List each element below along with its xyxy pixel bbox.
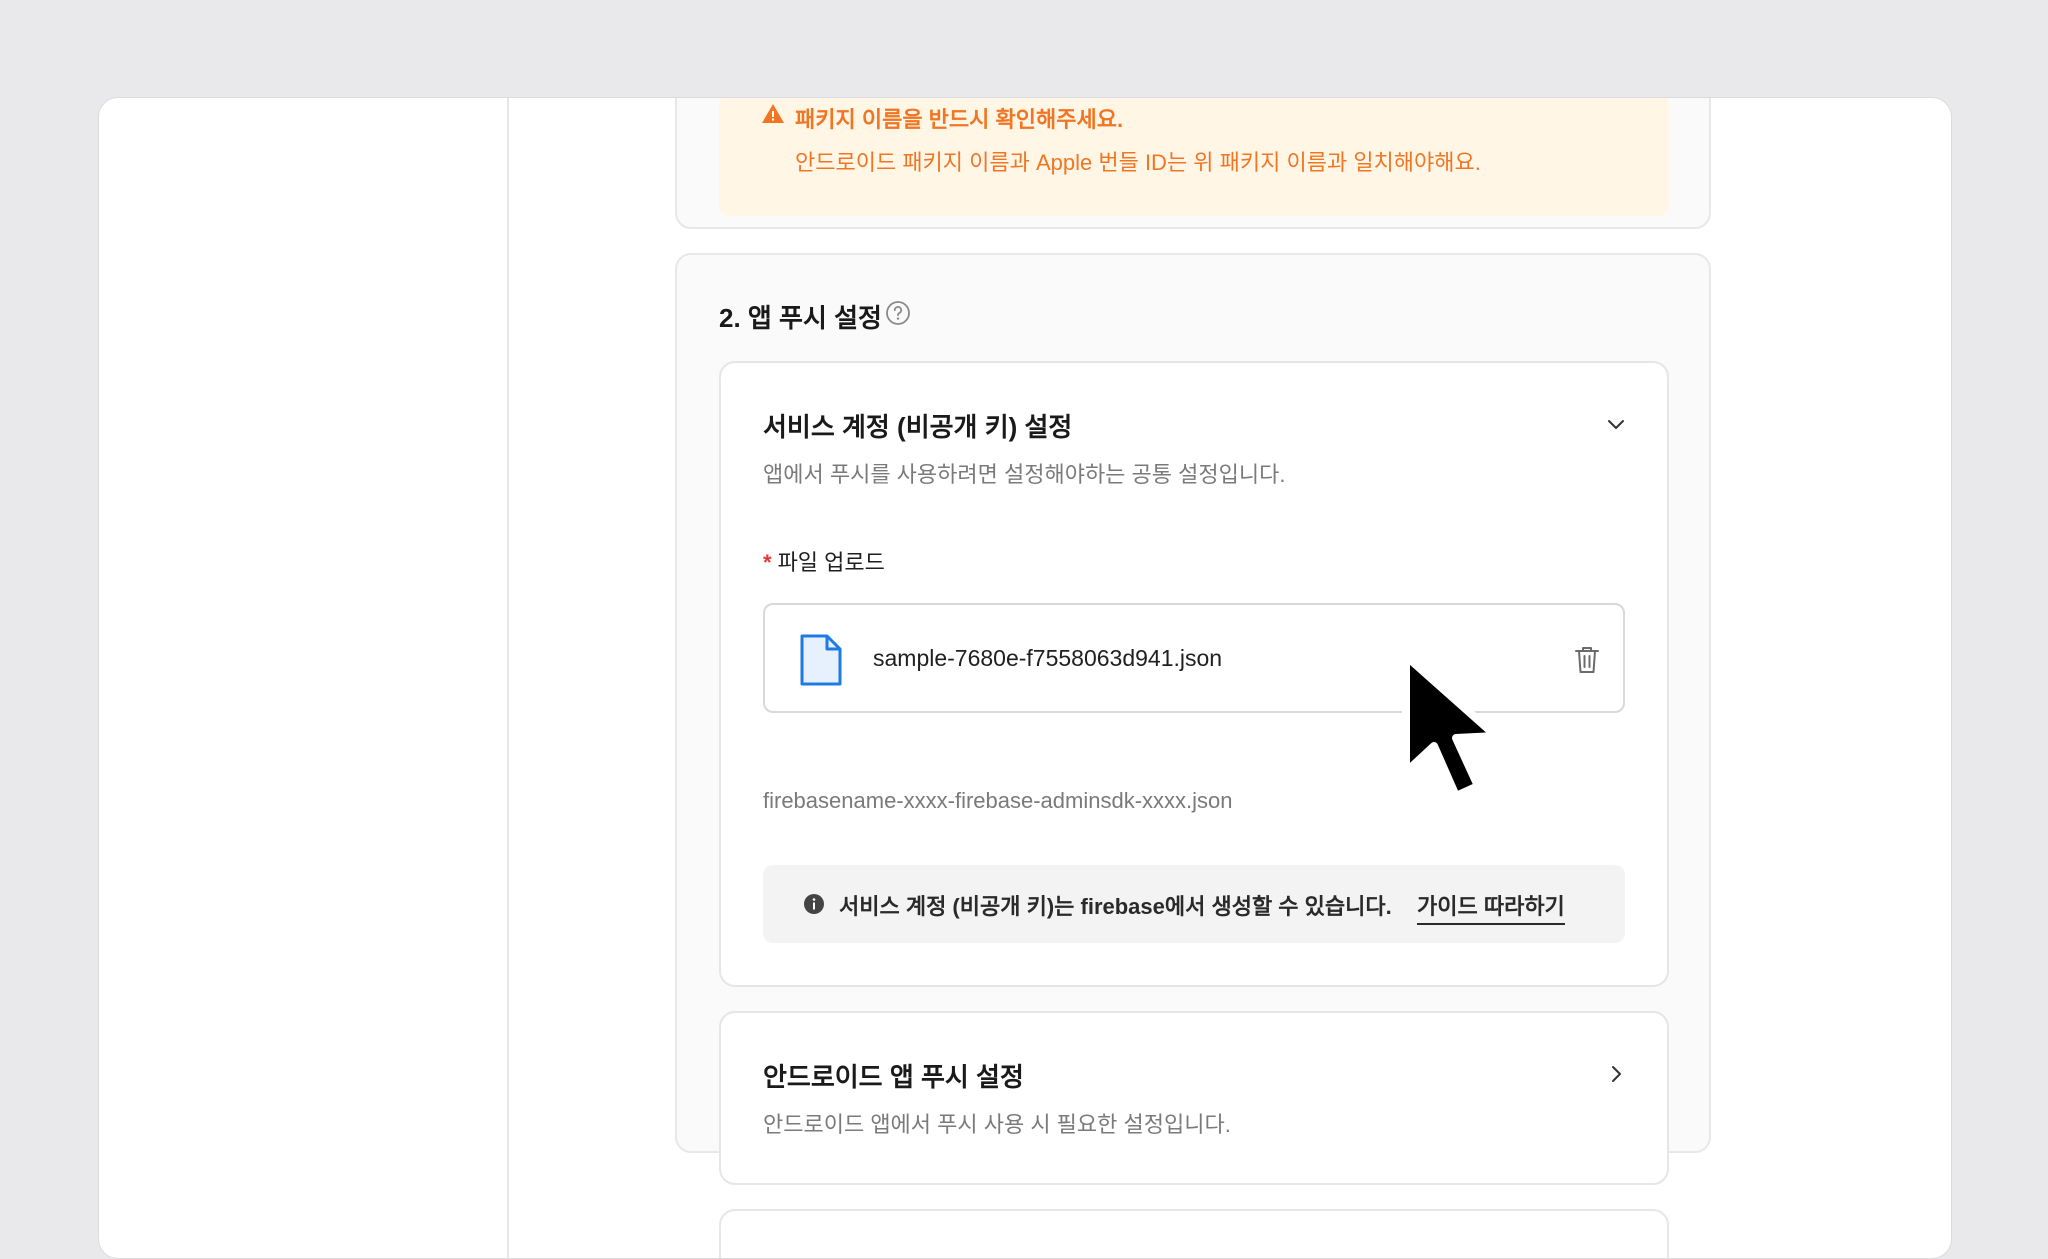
file-icon (800, 634, 842, 686)
service-account-accordion: 서비스 계정 (비공개 키) 설정 앱에서 푸시를 사용하려면 설정해야하는 공… (719, 361, 1669, 987)
warning-box: 패키지 이름을 반드시 확인해주세요. 안드로이드 패키지 이름과 Apple … (719, 98, 1669, 216)
android-push-subtitle: 안드로이드 앱에서 푸시 사용 시 필요한 설정입니다. (763, 1112, 1231, 1137)
app-window: 패키지 이름을 반드시 확인해주세요. 안드로이드 패키지 이름과 Apple … (98, 97, 1952, 1259)
info-bar: 서비스 계정 (비공개 키)는 firebase에서 생성할 수 있습니다. 가… (763, 865, 1625, 943)
next-accordion[interactable] (719, 1209, 1669, 1258)
info-icon (804, 894, 824, 914)
mouse-cursor-icon (1402, 652, 1500, 800)
upload-label-text: 파일 업로드 (777, 550, 885, 575)
guide-link[interactable]: 가이드 따라하기 (1417, 889, 1565, 925)
upload-label: * 파일 업로드 (763, 545, 885, 577)
chevron-right-icon[interactable] (1605, 1063, 1627, 1085)
info-text: 서비스 계정 (비공개 키)는 firebase에서 생성할 수 있습니다. (839, 894, 1392, 919)
file-name: sample-7680e-f7558063d941.json (873, 645, 1223, 671)
android-push-accordion[interactable]: 안드로이드 앱 푸시 설정 안드로이드 앱에서 푸시 사용 시 필요한 설정입니… (719, 1011, 1669, 1185)
service-account-subtitle: 앱에서 푸시를 사용하려면 설정해야하는 공통 설정입니다. (763, 462, 1286, 487)
service-account-title[interactable]: 서비스 계정 (비공개 키) 설정 (763, 407, 1072, 444)
help-circle-icon[interactable] (885, 300, 911, 326)
android-push-title[interactable]: 안드로이드 앱 푸시 설정 (763, 1057, 1024, 1094)
trash-icon[interactable] (1573, 645, 1601, 675)
required-mark: * (763, 550, 772, 575)
content-column: 패키지 이름을 반드시 확인해주세요. 안드로이드 패키지 이름과 Apple … (507, 98, 1711, 1258)
file-name-hint: firebasename-xxxx-firebase-adminsdk-xxxx… (763, 788, 1233, 813)
warning-title: 패키지 이름을 반드시 확인해주세요. (795, 107, 1124, 132)
chevron-down-icon[interactable] (1605, 413, 1627, 435)
warning-icon (762, 104, 784, 123)
warning-text: 안드로이드 패키지 이름과 Apple 번들 ID는 위 패키지 이름과 일치해… (795, 150, 1481, 175)
push-settings-card: 2. 앱 푸시 설정 서비스 계정 (비공개 키) 설정 앱에서 푸시를 사용하… (675, 253, 1711, 1258)
package-card: 패키지 이름을 반드시 확인해주세요. 안드로이드 패키지 이름과 Apple … (675, 98, 1711, 229)
section-title: 2. 앱 푸시 설정 (719, 303, 882, 333)
